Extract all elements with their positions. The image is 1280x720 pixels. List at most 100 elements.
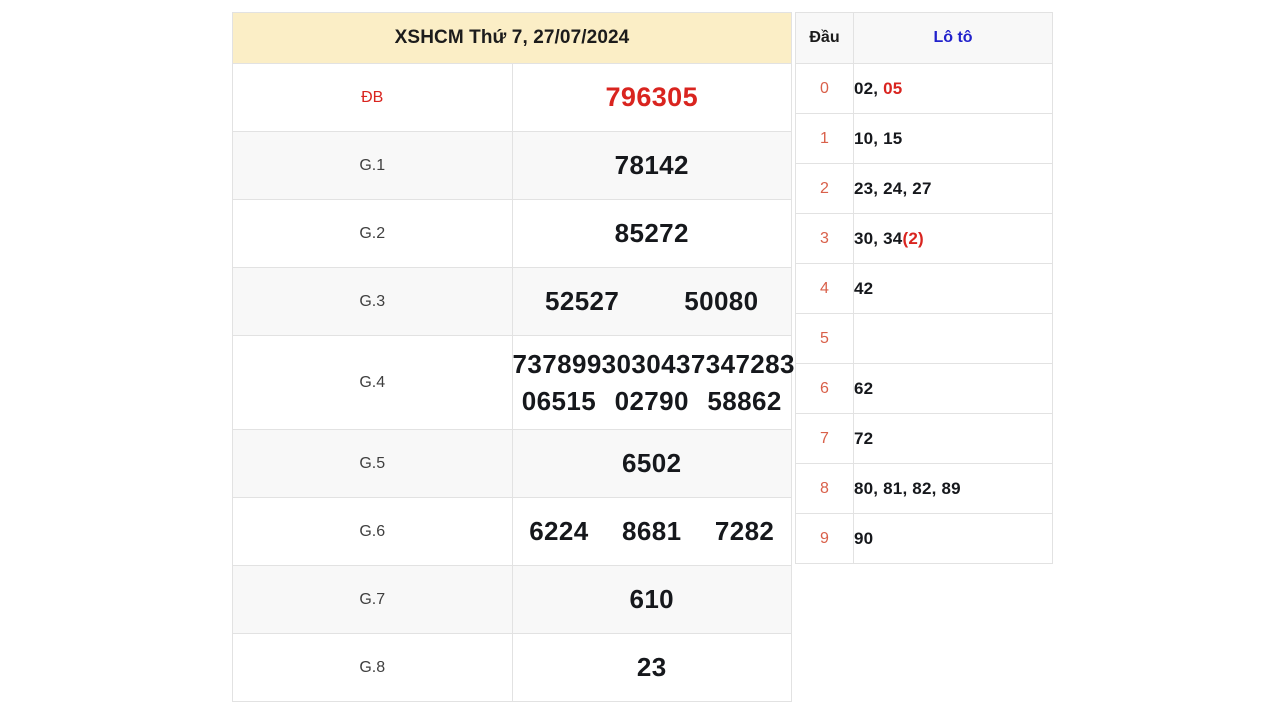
- prize-number: 6224: [529, 516, 589, 546]
- loto-row: 1 10, 15: [795, 113, 1053, 164]
- prize-number: 52527: [544, 286, 620, 316]
- prize-row: G.3 52527 50080: [232, 267, 792, 336]
- prize-row: G.7 610: [232, 565, 792, 634]
- prize-number-line: 85272: [513, 218, 792, 249]
- loto-row: 2 23, 24, 27: [795, 163, 1053, 214]
- prize-values: 23: [511, 633, 792, 702]
- loto-dau-value: 6: [795, 363, 854, 414]
- prize-label: ĐB: [232, 63, 513, 132]
- loto-numbers: 23, 24, 27: [853, 163, 1053, 214]
- loto-row: 8 80, 81, 82, 89: [795, 463, 1053, 514]
- loto-numbers: 80, 81, 82, 89: [853, 463, 1053, 514]
- prize-number: 58862: [707, 385, 782, 416]
- prize-number-line: 73789 93030 43734 72834: [512, 348, 810, 380]
- prize-label: G.8: [232, 633, 513, 702]
- prize-number-line: 6502: [513, 448, 792, 479]
- loto-numbers: 72: [853, 413, 1053, 464]
- prize-number-line: 78142: [513, 150, 792, 181]
- loto-table-body: 0 02, 05 1 10, 15 2 23, 24, 27 3 30, 34(2) 4 42 5 6…: [795, 63, 1053, 564]
- loto-table: Đầu Lô tô 0 02, 05 1 10, 15 2 23, 24, 27 3 30, …: [795, 12, 1053, 564]
- loto-numbers: 02, 05: [853, 63, 1053, 114]
- prize-number-line: 06515 02790 58862: [513, 386, 792, 417]
- prize-number-line: 610: [513, 584, 792, 615]
- loto-dau-value: 2: [795, 163, 854, 214]
- prize-label: G.1: [232, 131, 513, 200]
- loto-row: 7 72: [795, 413, 1053, 464]
- loto-number-plain: 80, 81, 82, 89: [854, 478, 961, 498]
- loto-number-highlight: 05: [883, 78, 903, 98]
- loto-number-plain: 23, 24, 27: [854, 178, 932, 198]
- results-prize-rows: ĐB 796305 G.1 78142 G.2 85272 G.3 52527 50080 G.4…: [232, 63, 810, 702]
- prize-number: 78142: [614, 150, 689, 180]
- prize-label: G.2: [232, 199, 513, 268]
- loto-dau-value: 1: [795, 113, 854, 164]
- loto-table-head: Đầu Lô tô: [795, 12, 1053, 64]
- prize-number: 73789: [512, 348, 587, 379]
- loto-dau-value: 5: [795, 313, 854, 364]
- loto-number-plain: 02,: [854, 78, 884, 98]
- loto-dau-value: 4: [795, 263, 854, 314]
- prize-values: 73789 93030 43734 72834 06515 02790 58862: [511, 335, 810, 430]
- prize-number: 50080: [684, 286, 759, 316]
- prize-label: G.7: [232, 565, 513, 634]
- prize-number-line: 23: [513, 652, 792, 683]
- loto-header-dau: Đầu: [795, 12, 854, 64]
- loto-header-row: Đầu Lô tô: [795, 12, 1053, 64]
- prize-values: 610: [511, 565, 792, 634]
- loto-numbers: 42: [853, 263, 1053, 314]
- results-table-body: XSHCM Thứ 7, 27/07/2024: [232, 12, 792, 64]
- prize-values: 796305: [511, 63, 792, 132]
- prize-number: 796305: [605, 82, 698, 112]
- prize-row: G.4 73789 93030 43734 72834 06515 02790 58862: [232, 335, 810, 430]
- prize-label: G.4: [232, 335, 513, 430]
- loto-dau-value: 9: [795, 513, 854, 564]
- loto-numbers: 30, 34(2): [853, 213, 1053, 264]
- results-title: XSHCM Thứ 7, 27/07/2024: [232, 12, 792, 64]
- prize-label: G.3: [232, 267, 513, 336]
- loto-row: 6 62: [795, 363, 1053, 414]
- loto-row: 3 30, 34(2): [795, 213, 1053, 264]
- results-table: XSHCM Thứ 7, 27/07/2024 ĐB 796305 G.1 78142…: [232, 12, 810, 702]
- prize-number: 23: [636, 652, 667, 682]
- prize-number: 7282: [714, 516, 775, 546]
- loto-dau-value: 3: [795, 213, 854, 264]
- prize-number: 02790: [614, 385, 689, 416]
- prize-number: 6502: [622, 448, 682, 478]
- prize-number: 93030: [586, 348, 662, 379]
- prize-row: G.6 6224 8681 7282: [232, 497, 792, 566]
- prize-row: G.5 6502: [232, 429, 792, 498]
- loto-header-loto: Lô tô: [853, 12, 1053, 64]
- loto-row: 4 42: [795, 263, 1053, 314]
- prize-number-line: 52527 50080: [513, 286, 792, 317]
- loto-dau-value: 0: [795, 63, 854, 114]
- loto-number-plain: 72: [854, 428, 874, 448]
- loto-number-plain: 10, 15: [854, 128, 903, 148]
- prize-row: G.2 85272: [232, 199, 792, 268]
- prize-row: G.8 23: [232, 633, 792, 702]
- prize-label: G.6: [232, 497, 513, 566]
- prize-row: ĐB 796305: [232, 63, 792, 132]
- prize-number-line: 6224 8681 7282: [513, 516, 792, 547]
- loto-dau-value: 7: [795, 413, 854, 464]
- loto-numbers: 90: [853, 513, 1053, 564]
- loto-row: 9 90: [795, 513, 1053, 564]
- prize-values: 78142: [511, 131, 792, 200]
- loto-row: 0 02, 05: [795, 63, 1053, 114]
- loto-number-plain: 30, 34: [854, 228, 903, 248]
- loto-number-highlight: (2): [902, 228, 924, 248]
- prize-values: 85272: [511, 199, 792, 268]
- prize-number: 06515: [521, 385, 597, 416]
- loto-numbers: [853, 313, 1053, 364]
- prize-values: 6502: [511, 429, 792, 498]
- loto-number-plain: 42: [854, 278, 874, 298]
- prize-number: 610: [629, 584, 675, 614]
- results-title-row: XSHCM Thứ 7, 27/07/2024: [232, 12, 792, 64]
- loto-row: 5: [795, 313, 1053, 364]
- loto-dau-value: 8: [795, 463, 854, 514]
- prize-number-line: 796305: [513, 82, 792, 113]
- loto-numbers: 10, 15: [853, 113, 1053, 164]
- prize-number: 43734: [661, 348, 736, 379]
- prize-values: 52527 50080: [511, 267, 792, 336]
- prize-number: 8681: [622, 516, 682, 546]
- prize-label: G.5: [232, 429, 513, 498]
